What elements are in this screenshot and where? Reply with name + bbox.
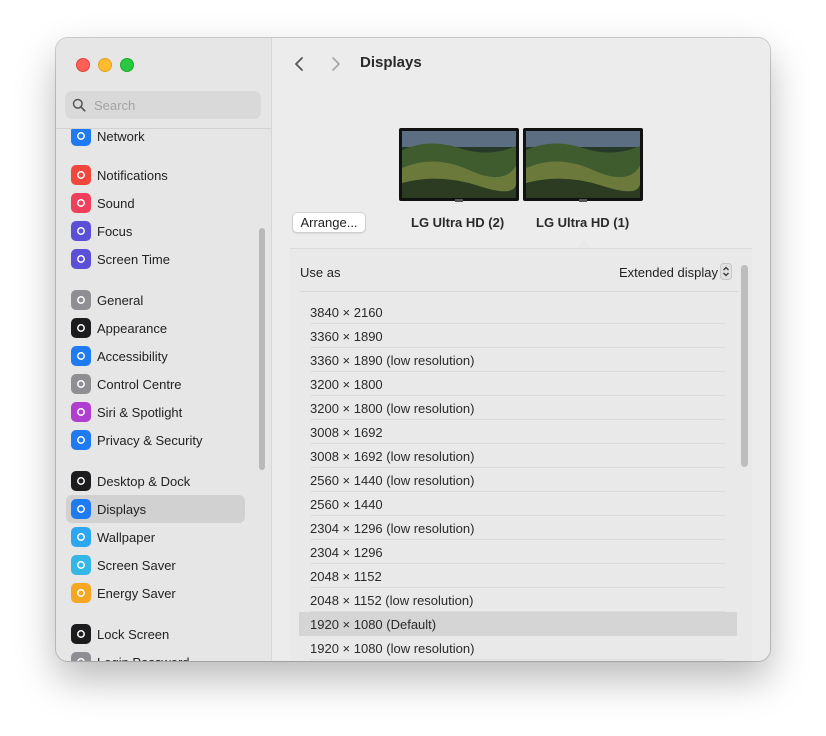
chevron-updown-icon[interactable] — [720, 263, 732, 280]
sidebar-item-energy-saver[interactable]: Energy Saver — [66, 579, 245, 607]
system-settings-window: Network Notifications Sound Focus Screen Tim… — [56, 38, 770, 661]
sidebar-item-notifications[interactable]: Notifications — [66, 161, 245, 189]
control-centre-icon — [71, 374, 91, 394]
forward-button[interactable] — [325, 54, 345, 74]
use-as-label: Use as — [300, 265, 341, 280]
zoom-button[interactable] — [120, 58, 134, 72]
bulb-icon — [71, 583, 91, 603]
appearance-icon — [71, 318, 91, 338]
sidebar-item-label: Privacy & Security — [97, 432, 203, 448]
resolution-option[interactable]: 3200 × 1800 — [299, 372, 737, 396]
resolution-option[interactable]: 3200 × 1800 (low resolution) — [299, 396, 737, 420]
sidebar-item-label: Accessibility — [97, 348, 168, 364]
speaker-icon — [71, 193, 91, 213]
sidebar-item-label: Siri & Spotlight — [97, 404, 183, 420]
sidebar-item-network[interactable]: Network — [66, 129, 245, 150]
sidebar-item-label: Control Centre — [97, 376, 182, 392]
accessibility-icon — [71, 346, 91, 366]
resolution-option[interactable]: 2304 × 1296 (low resolution) — [299, 516, 737, 540]
divider — [300, 291, 738, 292]
network-icon — [71, 129, 91, 146]
search-field[interactable] — [65, 91, 261, 119]
flower-icon — [71, 527, 91, 547]
sidebar-scrollbar[interactable] — [259, 228, 265, 470]
sidebar-item-screen-saver[interactable]: Screen Saver — [66, 551, 245, 579]
display-name-2[interactable]: LG Ultra HD (2) — [411, 215, 504, 230]
sidebar-item-label: Energy Saver — [97, 585, 176, 601]
resolution-option[interactable]: 2048 × 1152 (low resolution) — [299, 588, 737, 612]
resolution-option[interactable]: 3008 × 1692 — [299, 420, 737, 444]
sidebar-item-login-password[interactable]: Login Password — [66, 648, 245, 661]
main-pane: Displays Arrange... LG Ultra HD (2) LG U… — [272, 38, 770, 661]
sidebar-item-label: Login Password — [97, 655, 190, 662]
sidebar-item-label: Focus — [97, 223, 133, 239]
sidebar-item-siri-spotlight[interactable]: Siri & Spotlight — [66, 398, 245, 426]
window-controls — [76, 58, 134, 72]
sidebar-item-label: Screen Saver — [97, 557, 176, 573]
display-thumbnail-2[interactable] — [399, 128, 519, 203]
sidebar-item-appearance[interactable]: Appearance — [66, 314, 245, 342]
display-thumbnail-1[interactable] — [523, 128, 643, 203]
resolution-list-scrollbar[interactable] — [741, 265, 748, 467]
sidebar-item-label: Desktop & Dock — [97, 473, 191, 489]
screen-saver-icon — [71, 555, 91, 575]
back-button[interactable] — [290, 54, 310, 74]
sidebar-item-label: Displays — [97, 501, 147, 517]
sun-icon — [71, 499, 91, 519]
sidebar-item-displays[interactable]: Displays — [66, 495, 245, 523]
resolution-option[interactable]: 3360 × 1890 (low resolution) — [299, 348, 737, 372]
sidebar-item-label: Network — [97, 129, 145, 144]
sidebar: Network Notifications Sound Focus Screen Tim… — [56, 38, 272, 661]
sidebar-item-wallpaper[interactable]: Wallpaper — [66, 523, 245, 551]
siri-icon — [71, 402, 91, 422]
sidebar-item-label: Screen Time — [97, 251, 170, 267]
search-icon — [72, 98, 86, 112]
sidebar-item-sound[interactable]: Sound — [66, 189, 245, 217]
resolution-option[interactable]: 1680 × 945 — [299, 660, 737, 661]
hand-icon — [71, 430, 91, 450]
sidebar-item-desktop-dock[interactable]: Desktop & Dock — [66, 467, 245, 495]
resolution-option[interactable]: 1920 × 1080 (Default) — [299, 612, 737, 636]
minimize-button[interactable] — [98, 58, 112, 72]
resolution-option[interactable]: 2560 × 1440 (low resolution) — [299, 468, 737, 492]
resolution-list: 3840 × 2160 3360 × 1890 3360 × 1890 (low r… — [299, 300, 737, 661]
resolution-option[interactable]: 2560 × 1440 — [299, 492, 737, 516]
resolution-option[interactable]: 3840 × 2160 — [299, 300, 737, 324]
dock-icon — [71, 471, 91, 491]
close-button[interactable] — [76, 58, 90, 72]
sidebar-list: Network Notifications Sound Focus Screen Tim… — [56, 129, 271, 661]
sidebar-item-label: Wallpaper — [97, 529, 156, 545]
sidebar-item-screen-time[interactable]: Screen Time — [66, 245, 245, 273]
display-name-1[interactable]: LG Ultra HD (1) — [536, 215, 629, 230]
resolution-option[interactable]: 2304 × 1296 — [299, 540, 737, 564]
sidebar-item-label: Lock Screen — [97, 626, 170, 642]
hourglass-icon — [71, 249, 91, 269]
page-title: Displays — [360, 54, 422, 71]
resolution-option[interactable]: 1920 × 1080 (low resolution) — [299, 636, 737, 660]
sidebar-item-label: General — [97, 292, 144, 308]
bell-icon — [71, 165, 91, 185]
sidebar-item-label: Sound — [97, 195, 135, 211]
resolution-option[interactable]: 2048 × 1152 — [299, 564, 737, 588]
moon-icon — [71, 221, 91, 241]
resolution-option[interactable]: 3008 × 1692 (low resolution) — [299, 444, 737, 468]
sidebar-item-label: Appearance — [97, 320, 168, 336]
sidebar-item-control-centre[interactable]: Control Centre — [66, 370, 245, 398]
sidebar-item-focus[interactable]: Focus — [66, 217, 245, 245]
display-settings-panel: Use as Extended display 3840 × 2160 3360 … — [290, 248, 752, 661]
sidebar-item-accessibility[interactable]: Accessibility — [66, 342, 245, 370]
lock-icon — [71, 624, 91, 644]
resolution-option[interactable]: 3360 × 1890 — [299, 324, 737, 348]
sidebar-item-general[interactable]: General — [66, 286, 245, 314]
search-input[interactable] — [92, 96, 256, 114]
gear-icon — [71, 290, 91, 310]
lock-icon — [71, 652, 91, 661]
sidebar-item-privacy-security[interactable]: Privacy & Security — [66, 426, 245, 454]
use-as-popup[interactable]: Extended display — [619, 265, 718, 280]
arrange-button[interactable]: Arrange... — [292, 212, 366, 233]
sidebar-item-label: Notifications — [97, 167, 168, 183]
sidebar-item-lock-screen[interactable]: Lock Screen — [66, 620, 245, 648]
